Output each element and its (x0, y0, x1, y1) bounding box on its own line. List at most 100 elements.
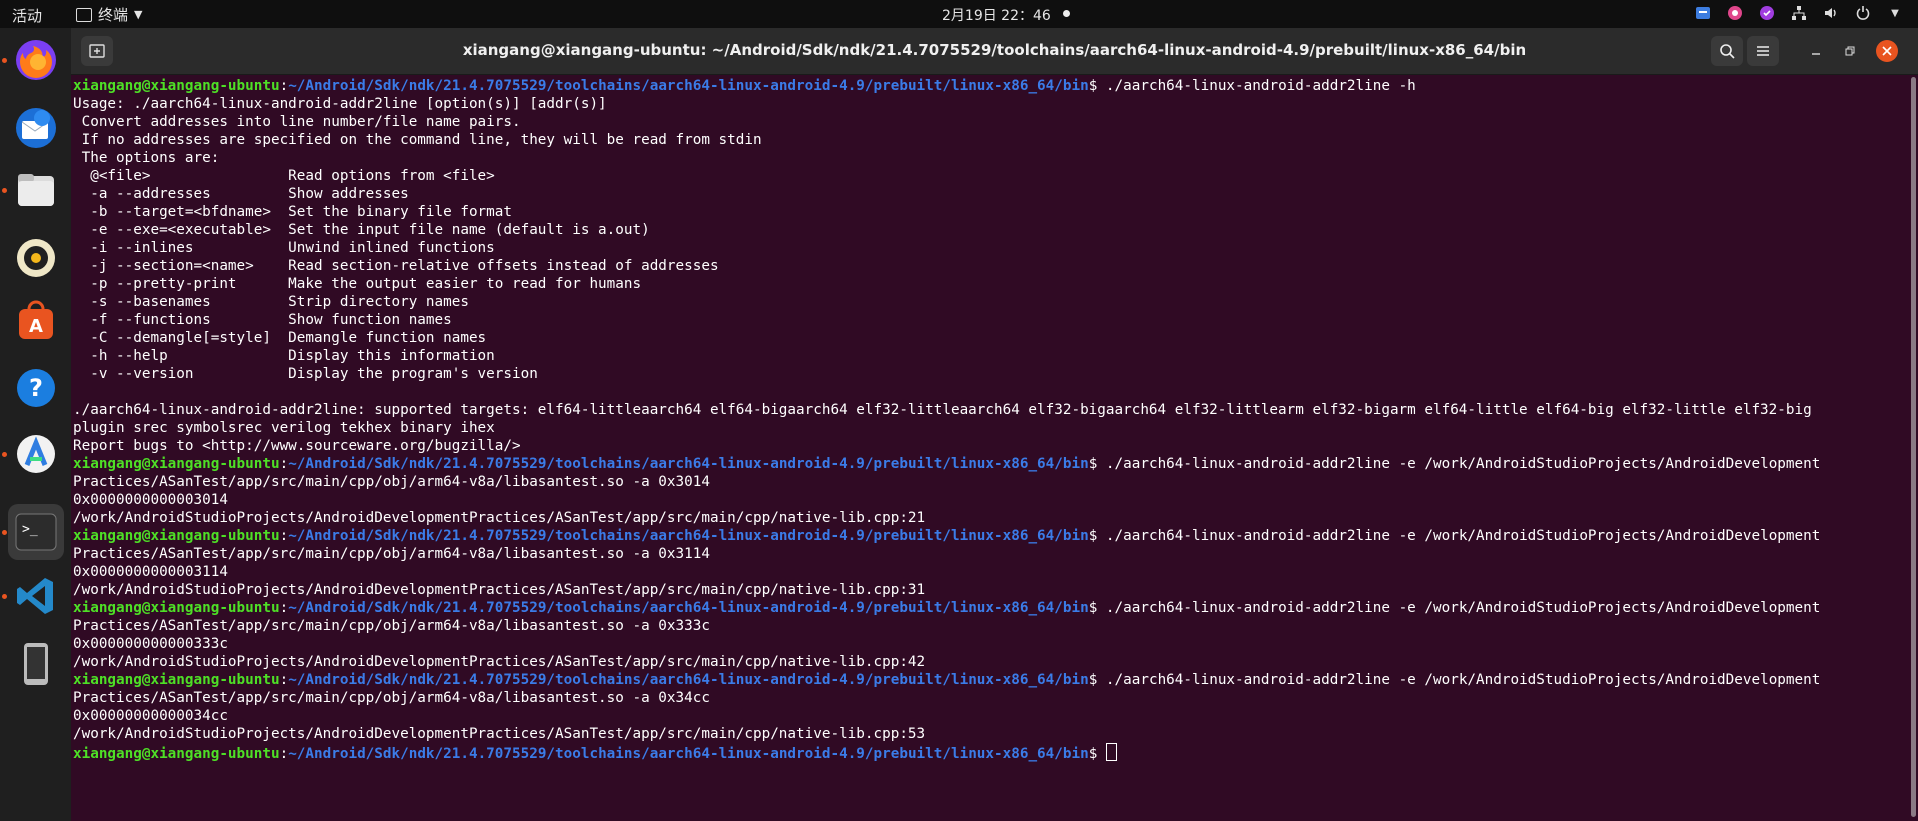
dock-thunderbird[interactable] (8, 100, 64, 156)
output-line: plugin srec symbolsrec verilog tekhex bi… (73, 420, 495, 436)
output-line: The options are: (73, 150, 220, 166)
terminal-scrollbar[interactable] (1909, 75, 1918, 821)
command-text: ./aarch64-linux-android-addr2line -h (1097, 78, 1416, 94)
app-center-icon: A (19, 300, 53, 339)
terminal-mini-icon (76, 7, 92, 22)
prompt-line: xiangang@xiangang-ubuntu:~/Android/Sdk/n… (73, 455, 1909, 473)
clash-icon[interactable] (1726, 4, 1744, 22)
menu-button[interactable] (1747, 36, 1779, 66)
dock-android-studio[interactable] (2, 426, 64, 482)
output-line: Practices/ASanTest/app/src/main/cpp/obj/… (73, 690, 710, 706)
output-line: /work/AndroidStudioProjects/AndroidDevel… (73, 654, 926, 670)
prompt-user: xiangang@xiangang-ubuntu (73, 672, 280, 688)
search-button[interactable] (1711, 36, 1743, 66)
svg-text:>_: >_ (22, 522, 38, 537)
output-line: Convert addresses into line number/file … (73, 114, 521, 130)
close-button[interactable] (1876, 40, 1898, 62)
output-line: 0x00000000000034cc (73, 708, 228, 724)
dock-rhythmbox[interactable] (8, 230, 64, 286)
running-indicator (2, 452, 7, 457)
prompt-path: ~/Android/Sdk/ndk/21.4.7075529/toolchain… (288, 600, 1089, 616)
network-icon[interactable] (1790, 4, 1808, 22)
input-method-icon[interactable] (1694, 4, 1712, 22)
files-icon (18, 174, 54, 206)
prompt-colon: : (279, 78, 289, 94)
thunderbird-icon (16, 108, 56, 148)
window-title: xiangang@xiangang-ubuntu: ~/Android/Sdk/… (462, 41, 1527, 59)
chevron-down-icon: ▼ (134, 8, 143, 21)
dock-files[interactable] (2, 162, 64, 218)
dock-terminal[interactable]: >_ (2, 504, 64, 560)
command-text (1097, 746, 1106, 762)
prompt-user: xiangang@xiangang-ubuntu (73, 746, 280, 762)
minimize-button[interactable] (1805, 40, 1827, 62)
chevron-down-icon[interactable]: ▼ (1886, 4, 1904, 22)
search-icon (1720, 44, 1735, 59)
firefox-icon (16, 40, 56, 80)
running-indicator (2, 58, 7, 63)
prompt-line: xiangang@xiangang-ubuntu:~/Android/Sdk/n… (73, 743, 1909, 762)
output-line: If no addresses are specified on the com… (73, 132, 762, 148)
output-line: -i --inlines Unwind inlined functions (73, 240, 495, 256)
prompt-user: xiangang@xiangang-ubuntu (73, 528, 280, 544)
prompt-line: xiangang@xiangang-ubuntu:~/Android/Sdk/n… (73, 671, 1909, 689)
prompt-path: ~/Android/Sdk/ndk/21.4.7075529/toolchain… (288, 672, 1089, 688)
dock-app-center[interactable]: A (8, 294, 64, 350)
prompt-colon: : (279, 672, 289, 688)
running-indicator (2, 188, 7, 193)
dock-firefox[interactable] (2, 32, 64, 88)
prompt-colon: : (279, 600, 289, 616)
output-line: -s --basenames Strip directory names (73, 294, 469, 310)
prompt-path: ~/Android/Sdk/ndk/21.4.7075529/toolchain… (288, 746, 1089, 762)
output-line: -b --target=<bfdname> Set the binary fil… (73, 204, 512, 220)
dock-vscode[interactable] (2, 568, 64, 624)
clock[interactable]: 2月19日 22：46 (942, 5, 1051, 25)
output-line: 0x0000000000003014 (73, 492, 228, 508)
top-bar: 活动 终端 ▼ 2月19日 22：46 ▼ (0, 0, 1918, 28)
restore-icon (1845, 46, 1855, 56)
rhythmbox-icon (17, 239, 55, 277)
command-text: ./aarch64-linux-android-addr2line -e /wo… (1097, 456, 1821, 472)
help-icon: ? (17, 369, 55, 407)
prompt-path: ~/Android/Sdk/ndk/21.4.7075529/toolchain… (288, 78, 1089, 94)
hamburger-icon (1757, 46, 1769, 56)
text-cursor[interactable] (1105, 743, 1117, 761)
command-text: ./aarch64-linux-android-addr2line -e /wo… (1097, 528, 1821, 544)
prompt-line: xiangang@xiangang-ubuntu:~/Android/Sdk/n… (73, 527, 1909, 545)
prompt-path: ~/Android/Sdk/ndk/21.4.7075529/toolchain… (288, 456, 1089, 472)
maximize-button[interactable] (1839, 40, 1861, 62)
output-line: Practices/ASanTest/app/src/main/cpp/obj/… (73, 546, 710, 562)
output-line: Practices/ASanTest/app/src/main/cpp/obj/… (73, 474, 710, 490)
output-line: -a --addresses Show addresses (73, 186, 409, 202)
tray-app-icon[interactable] (1758, 4, 1776, 22)
prompt-line: xiangang@xiangang-ubuntu:~/Android/Sdk/n… (73, 77, 1909, 95)
scrollbar-thumb[interactable] (1911, 77, 1916, 817)
output-line: /work/AndroidStudioProjects/AndroidDevel… (73, 726, 926, 742)
output-line: /work/AndroidStudioProjects/AndroidDevel… (73, 582, 926, 598)
app-menu[interactable]: 终端 ▼ (76, 4, 142, 25)
output-line: ./aarch64-linux-android-addr2line: suppo… (73, 402, 1812, 418)
prompt-colon: : (279, 528, 289, 544)
vscode-icon (17, 578, 53, 614)
output-line: @<file> Read options from <file> (73, 168, 495, 184)
minimize-icon (1812, 53, 1820, 55)
power-icon[interactable] (1854, 4, 1872, 22)
dock-device[interactable] (8, 636, 64, 692)
command-text: ./aarch64-linux-android-addr2line -e /wo… (1097, 672, 1821, 688)
app-menu-label: 终端 (98, 6, 129, 24)
output-line: -h --help Display this information (73, 348, 495, 364)
notification-dot (1063, 10, 1070, 17)
svg-text:A: A (29, 316, 43, 337)
output-line: -e --exe=<executable> Set the input file… (73, 222, 650, 238)
output-line: -p --pretty-print Make the output easier… (73, 276, 642, 292)
device-icon (24, 643, 48, 685)
android-studio-icon (17, 435, 55, 473)
dock-help[interactable]: ? (8, 360, 64, 416)
output-line: /work/AndroidStudioProjects/AndroidDevel… (73, 510, 926, 526)
command-text: ./aarch64-linux-android-addr2line -e /wo… (1097, 600, 1821, 616)
activities-button[interactable]: 活动 (12, 5, 42, 26)
prompt-colon: : (279, 746, 289, 762)
volume-icon[interactable] (1822, 4, 1840, 22)
terminal-output-area[interactable]: xiangang@xiangang-ubuntu:~/Android/Sdk/n… (71, 75, 1909, 821)
